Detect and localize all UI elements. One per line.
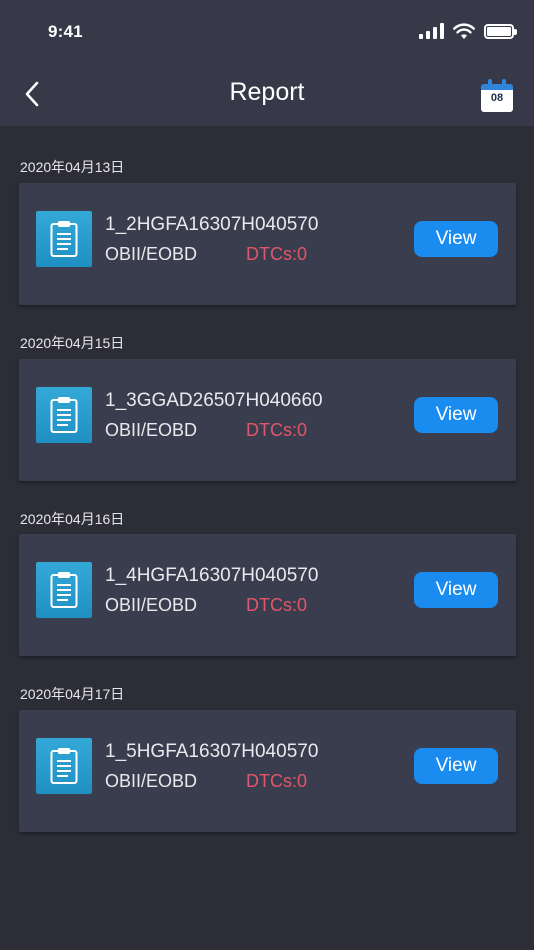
- app-header: 9:41 Report 08: [0, 0, 534, 126]
- calendar-day: 08: [490, 92, 504, 104]
- clipboard-icon: [36, 562, 92, 618]
- view-button[interactable]: View: [414, 221, 498, 257]
- report-dtc-count: DTCs:0: [246, 595, 308, 615]
- report-dtc-count: DTCs:0: [246, 420, 308, 440]
- report-card: 1_5HGFA16307H040570 OBII/EOBD DTCs:0 Vie…: [19, 710, 516, 832]
- report-date: 2020年04月17日: [20, 686, 125, 702]
- wifi-icon: [453, 23, 475, 39]
- report-card: 1_4HGFA16307H040570 OBII/EOBD DTCs:0 Vie…: [19, 534, 516, 656]
- report-name: 1_2HGFA16307H040570: [105, 214, 319, 235]
- report-name: 1_5HGFA16307H040570: [105, 741, 319, 762]
- report-protocol: OBII/EOBD: [105, 420, 198, 440]
- clipboard-icon: [36, 211, 92, 267]
- clipboard-icon: [36, 738, 92, 794]
- report-protocol: OBII/EOBD: [105, 595, 198, 615]
- calendar-button[interactable]: 08: [479, 78, 515, 114]
- report-dtc-count: DTCs:0: [246, 244, 308, 264]
- cellular-signal-icon: [419, 23, 444, 39]
- report-date: 2020年04月13日: [20, 159, 125, 175]
- clipboard-icon: [36, 387, 92, 443]
- report-name: 1_4HGFA16307H040570: [105, 565, 319, 586]
- status-icons: [419, 20, 517, 42]
- report-date: 2020年04月15日: [20, 335, 125, 351]
- report-dtc-count: DTCs:0: [246, 771, 308, 791]
- report-card: 1_3GGAD26507H040660 OBII/EOBD DTCs:0 Vie…: [19, 359, 516, 481]
- report-name: 1_3GGAD26507H040660: [105, 390, 323, 411]
- report-protocol: OBII/EOBD: [105, 244, 198, 264]
- report-card: 1_2HGFA16307H040570 OBII/EOBD DTCs:0 Vie…: [19, 183, 516, 305]
- view-button[interactable]: View: [414, 572, 498, 608]
- page-title: Report: [229, 78, 305, 106]
- battery-icon: [484, 23, 517, 39]
- status-time: 9:41: [48, 22, 83, 41]
- view-button[interactable]: View: [414, 748, 498, 784]
- report-date: 2020年04月16日: [20, 511, 125, 527]
- report-protocol: OBII/EOBD: [105, 771, 198, 791]
- view-button[interactable]: View: [414, 397, 498, 433]
